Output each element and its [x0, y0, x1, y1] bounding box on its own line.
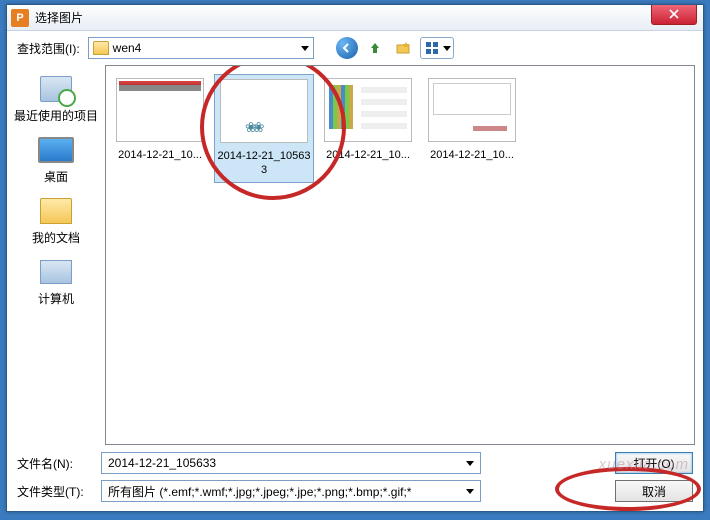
file-thumbnail[interactable]: 2014-12-21_10... [110, 74, 210, 166]
look-in-label: 查找范围(I): [17, 40, 80, 57]
app-icon: P [11, 9, 29, 27]
create-new-folder-button[interactable] [392, 37, 414, 59]
up-level-icon [367, 40, 383, 56]
file-open-dialog: P 选择图片 查找范围(I): wen4 [6, 4, 704, 512]
filename-value: 2014-12-21_105633 [108, 456, 216, 470]
nav-icons [336, 37, 454, 59]
place-computer[interactable]: 计算机 [13, 252, 99, 311]
cancel-button-label: 取消 [642, 483, 666, 500]
new-folder-icon [395, 40, 411, 56]
place-label: 计算机 [38, 290, 74, 307]
computer-icon [38, 256, 74, 288]
file-thumbnail[interactable]: 2014-12-21_10... [318, 74, 418, 166]
cancel-button[interactable]: 取消 [615, 480, 693, 502]
place-desktop[interactable]: 桌面 [13, 130, 99, 189]
chevron-down-icon [443, 46, 451, 51]
folder-icon [93, 41, 109, 55]
thumbnail-grid: 2014-12-21_10... 2014-12-21_105633 2014-… [106, 66, 694, 191]
filename-label: 文件名(N): [17, 455, 91, 472]
look-in-row: 查找范围(I): wen4 [7, 31, 703, 65]
filetype-combo[interactable]: 所有图片 (*.emf;*.wmf;*.jpg;*.jpeg;*.jpe;*.p… [101, 480, 481, 502]
chevron-down-icon [466, 489, 474, 494]
file-caption: 2014-12-21_105633 [217, 149, 311, 178]
up-one-level-button[interactable] [364, 37, 386, 59]
thumbnail-preview [428, 78, 516, 142]
filetype-label: 文件类型(T): [17, 483, 91, 500]
filetype-row: 文件类型(T): 所有图片 (*.emf;*.wmf;*.jpg;*.jpeg;… [17, 477, 693, 505]
filename-combo[interactable]: 2014-12-21_105633 [101, 452, 481, 474]
look-in-combo[interactable]: wen4 [88, 37, 314, 59]
thumbnail-preview [116, 78, 204, 142]
place-label: 最近使用的项目 [14, 107, 98, 124]
chevron-down-icon [301, 46, 309, 51]
close-icon [669, 9, 679, 19]
place-label: 我的文档 [32, 229, 80, 246]
view-menu-button[interactable] [420, 37, 454, 59]
dialog-body: 最近使用的项目 桌面 我的文档 计算机 2014-12-21_10... [7, 65, 703, 445]
filename-row: 文件名(N): 2014-12-21_105633 打开(O) [17, 449, 693, 477]
file-thumbnail[interactable]: 2014-12-21_10... [422, 74, 522, 166]
thumbnail-preview [324, 78, 412, 142]
chevron-down-icon [466, 461, 474, 466]
documents-icon [38, 195, 74, 227]
place-label: 桌面 [44, 168, 68, 185]
filetype-value: 所有图片 (*.emf;*.wmf;*.jpg;*.jpeg;*.jpe;*.p… [108, 483, 411, 500]
open-button-label: 打开(O) [633, 455, 674, 472]
bottom-panel: 文件名(N): 2014-12-21_105633 打开(O) 文件类型(T):… [7, 445, 703, 513]
place-documents[interactable]: 我的文档 [13, 191, 99, 250]
view-grid-icon [425, 41, 439, 55]
current-folder-name: wen4 [113, 41, 142, 55]
file-caption: 2014-12-21_10... [118, 148, 202, 162]
window-title: 选择图片 [35, 9, 83, 26]
back-button[interactable] [336, 37, 358, 59]
places-bar: 最近使用的项目 桌面 我的文档 计算机 [7, 65, 105, 445]
back-arrow-icon [341, 42, 353, 54]
close-button[interactable] [651, 5, 697, 25]
titlebar: P 选择图片 [7, 5, 703, 31]
file-thumbnail-selected[interactable]: 2014-12-21_105633 [214, 74, 314, 183]
file-caption: 2014-12-21_10... [430, 148, 514, 162]
place-recent[interactable]: 最近使用的项目 [13, 69, 99, 128]
thumbnail-preview [220, 79, 308, 143]
recent-items-icon [38, 73, 74, 105]
file-list-area[interactable]: 2014-12-21_10... 2014-12-21_105633 2014-… [105, 65, 695, 445]
open-button[interactable]: 打开(O) [615, 452, 693, 474]
desktop-icon [38, 134, 74, 166]
file-caption: 2014-12-21_10... [326, 148, 410, 162]
